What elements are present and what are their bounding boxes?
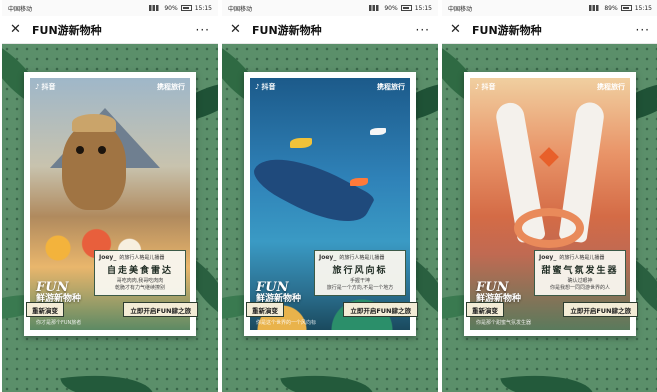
card-footnote: 你是这个世界的一个风向标 <box>256 320 317 326</box>
personality-desc: 手握干坤 旅行是一个方向,不是一个地方 <box>326 278 394 291</box>
personality-tag: 旅行风向标 <box>332 266 388 276</box>
page-title: FUN游新物种 <box>32 23 102 37</box>
carrier-label: 中国移动 <box>8 5 33 13</box>
personality-meta: 的旅行人格是儿播器 <box>119 255 165 261</box>
douyin-logo: 抖音 <box>255 82 275 92</box>
carrier-label: 中国移动 <box>228 5 253 13</box>
signal-icon <box>589 5 602 11</box>
time-label: 15:15 <box>194 4 212 12</box>
personality-tag: 自走美食雷达 <box>106 266 173 276</box>
marlin-illustration <box>250 140 376 238</box>
fish-illustration <box>290 138 312 148</box>
rematch-button[interactable]: 重新演变 <box>246 302 284 317</box>
personality-box: Joey_ 的旅行人格是儿播器 甜蜜气氛发生器 确认过眼神 你是我想一同同游世界… <box>534 250 626 296</box>
rematch-button[interactable]: 重新演变 <box>26 302 64 317</box>
fun-logo: FUN 鲜游新物种 <box>476 279 522 304</box>
signal-icon <box>369 5 382 11</box>
nav-bar: ✕ FUN游新物种 ··· <box>442 16 657 44</box>
username: Joey_ <box>99 254 117 261</box>
result-card: 抖音 携程旅行 FUN 鲜游新物种 Joey_ 的旅行人格是儿播器 甜蜜气氛发生… <box>464 72 636 336</box>
time-label: 15:15 <box>414 4 432 12</box>
douyin-logo: 抖音 <box>35 82 55 92</box>
signal-icon <box>149 5 162 11</box>
carrier-label: 中国移动 <box>448 5 473 13</box>
ctrip-logo: 携程旅行 <box>157 83 185 91</box>
personality-meta: 的旅行人格是儿播器 <box>559 255 605 261</box>
battery-icon <box>620 5 632 11</box>
rematch-button[interactable]: 重新演变 <box>466 302 504 317</box>
douyin-logo: 抖音 <box>475 82 495 92</box>
username: Joey_ <box>539 254 557 261</box>
page-title: FUN游新物种 <box>252 23 322 37</box>
result-card: 抖音 携程旅行 FUN 鲜游新物种 Joey_ 的旅行人格是儿播器 旅行风向标 … <box>244 72 416 336</box>
status-bar: 中国移动 90% 15:15 <box>2 0 218 16</box>
more-menu-button[interactable]: ··· <box>416 23 430 37</box>
status-bar: 中国移动 90% 15:15 <box>222 0 438 16</box>
fish-illustration <box>350 178 368 186</box>
card-footnote: 你是那个甜蜜气氛发生器 <box>476 320 532 326</box>
close-icon[interactable]: ✕ <box>10 22 26 37</box>
battery-label: 90% <box>384 4 398 12</box>
result-artwork: 抖音 携程旅行 FUN 鲜游新物种 Joey_ 的旅行人格是儿播器 自走美食雷达… <box>30 78 190 330</box>
result-artwork: 抖音 携程旅行 FUN 鲜游新物种 Joey_ 的旅行人格是儿播器 甜蜜气氛发生… <box>470 78 630 330</box>
username: Joey_ <box>319 254 337 261</box>
start-journey-button[interactable]: 立即开启FUN肆之旅 <box>343 302 418 317</box>
personality-box: Joey_ 的旅行人格是儿播器 自走美食雷达 哥吃肉肉,我哥吃肉肉 乾脆才有力气… <box>94 250 186 296</box>
marmot-illustration <box>62 114 126 210</box>
phone-screen-1: 中国移动 90% 15:15 ✕ FUN游新物种 ··· 抖音 携程旅行 <box>2 0 218 392</box>
status-bar: 中国移动 89% 15:15 <box>442 0 657 16</box>
close-icon[interactable]: ✕ <box>450 22 466 37</box>
fish-illustration <box>370 128 386 135</box>
close-icon[interactable]: ✕ <box>230 22 246 37</box>
page-title: FUN游新物种 <box>472 23 542 37</box>
swan-beak <box>539 147 559 167</box>
fun-logo: FUN 鲜游新物种 <box>36 279 82 304</box>
nav-bar: ✕ FUN游新物种 ··· <box>222 16 438 44</box>
jungle-background: 抖音 携程旅行 FUN 鲜游新物种 Joey_ 的旅行人格是儿播器 自走美食雷达… <box>2 44 218 392</box>
personality-tag: 甜蜜气氛发生器 <box>541 266 619 276</box>
battery-label: 89% <box>604 4 618 12</box>
personality-meta: 的旅行人格是儿播器 <box>339 255 385 261</box>
jungle-background: 抖音 携程旅行 FUN 鲜游新物种 Joey_ 的旅行人格是儿播器 旅行风向标 … <box>222 44 438 392</box>
ctrip-logo: 携程旅行 <box>597 83 625 91</box>
float-ring-illustration <box>514 208 584 248</box>
card-footnote: 你才是那个FUN旅者 <box>36 320 82 326</box>
fun-logo: FUN 鲜游新物种 <box>256 279 302 304</box>
start-journey-button[interactable]: 立即开启FUN肆之旅 <box>123 302 198 317</box>
phone-screen-3: 中国移动 89% 15:15 ✕ FUN游新物种 ··· 抖音 携程旅行 <box>442 0 657 392</box>
battery-label: 90% <box>164 4 178 12</box>
start-journey-button[interactable]: 立即开启FUN肆之旅 <box>563 302 638 317</box>
personality-desc: 确认过眼神 你是我想一同同游世界的人 <box>549 278 610 291</box>
personality-box: Joey_ 的旅行人格是儿播器 旅行风向标 手握干坤 旅行是一个方向,不是一个地… <box>314 250 406 296</box>
result-artwork: 抖音 携程旅行 FUN 鲜游新物种 Joey_ 的旅行人格是儿播器 旅行风向标 … <box>250 78 410 330</box>
battery-icon <box>180 5 192 11</box>
nav-bar: ✕ FUN游新物种 ··· <box>2 16 218 44</box>
personality-desc: 哥吃肉肉,我哥吃肉肉 乾脆才有力气继续撩别 <box>114 278 165 291</box>
jungle-background: 抖音 携程旅行 FUN 鲜游新物种 Joey_ 的旅行人格是儿播器 甜蜜气氛发生… <box>442 44 657 392</box>
battery-icon <box>400 5 412 11</box>
result-card: 抖音 携程旅行 FUN 鲜游新物种 Joey_ 的旅行人格是儿播器 自走美食雷达… <box>24 72 196 336</box>
phone-screen-2: 中国移动 90% 15:15 ✕ FUN游新物种 ··· 抖音 携程旅行 <box>222 0 438 392</box>
time-label: 15:15 <box>634 4 652 12</box>
more-menu-button[interactable]: ··· <box>636 23 650 37</box>
ctrip-logo: 携程旅行 <box>377 83 405 91</box>
more-menu-button[interactable]: ··· <box>196 23 210 37</box>
